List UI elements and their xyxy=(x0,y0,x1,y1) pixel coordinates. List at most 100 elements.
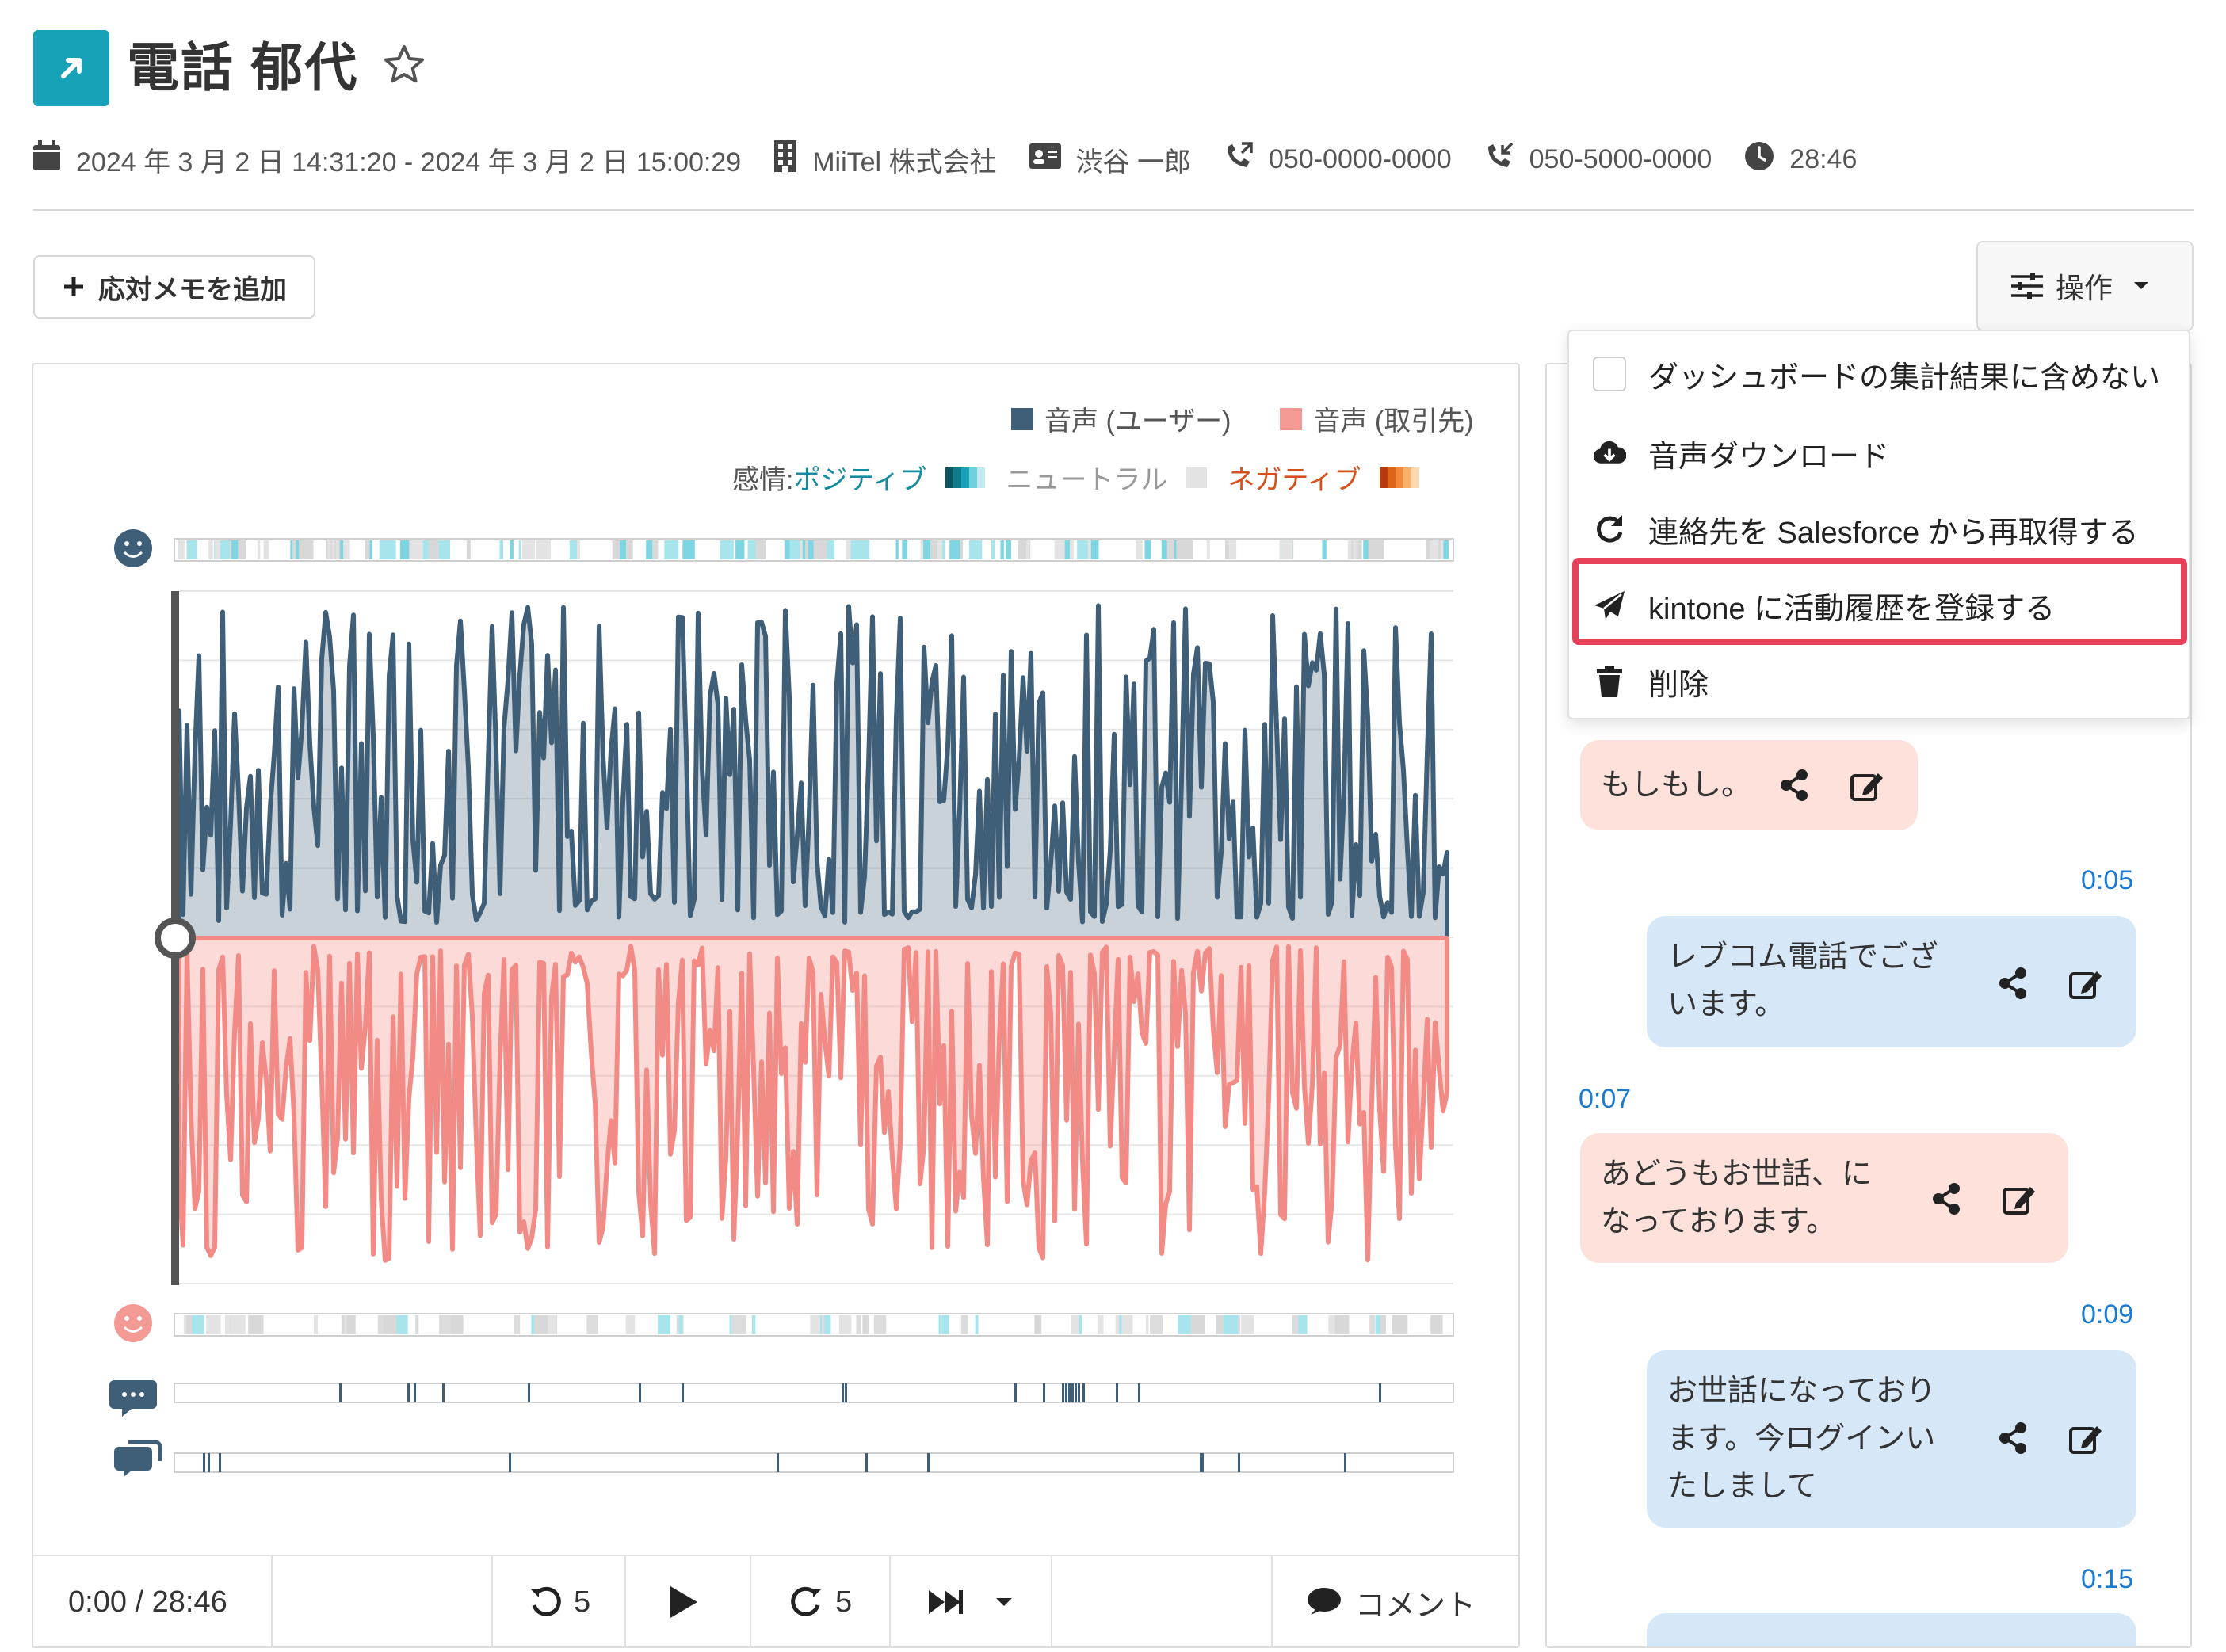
phone-to: 050-5000-0000 xyxy=(1529,143,1712,174)
rewind-5-button[interactable]: 5 xyxy=(528,1556,590,1648)
rewind-seconds: 5 xyxy=(574,1585,591,1619)
marker-tick xyxy=(1201,1453,1204,1472)
emotion-segment xyxy=(937,540,942,559)
menu-item-audio-download[interactable]: 音声ダウンロード xyxy=(1593,429,1889,477)
emotion-segment xyxy=(1180,1315,1190,1334)
playback-time: 0:00 / 28:46 xyxy=(68,1585,227,1619)
transcript-text-1: もしもし。 xyxy=(1601,769,1752,802)
emotion-segment xyxy=(466,540,471,559)
emotion-segment xyxy=(682,540,695,559)
emotion-segment xyxy=(838,1315,852,1334)
emotion-segment xyxy=(1351,540,1362,559)
emotion-segment xyxy=(1216,1315,1224,1334)
emotion-segment xyxy=(1026,540,1030,559)
comment-dots-icon xyxy=(109,1380,157,1417)
marker-tick xyxy=(1068,1383,1071,1402)
emotion-segment xyxy=(1136,540,1143,559)
speed-caret-down-icon xyxy=(996,1598,1012,1606)
emotion-segment xyxy=(789,540,800,559)
emotion-segment xyxy=(1000,540,1004,559)
emotion-segment xyxy=(231,1315,246,1334)
marker-tick xyxy=(407,1383,410,1402)
edit-icon[interactable] xyxy=(2002,1182,2038,1215)
emotion-segment xyxy=(960,1315,968,1334)
call-duration: 28:46 xyxy=(1789,143,1858,174)
marker-tick xyxy=(1344,1453,1346,1472)
playhead-handle[interactable] xyxy=(155,918,196,959)
emotion-segment xyxy=(1006,540,1011,559)
transcript-time-5: 0:15 xyxy=(2081,1564,2134,1594)
emotion-segment xyxy=(1206,540,1210,559)
marker-tick xyxy=(1075,1383,1077,1402)
menu-item-refetch-salesforce[interactable]: 連絡先を Salesforce から再取得する xyxy=(1593,506,2139,553)
emotion-segment xyxy=(1195,1315,1198,1334)
operations-dropdown-button[interactable]: 操作 xyxy=(1976,241,2194,331)
transcript-time-2: 0:05 xyxy=(2081,865,2134,895)
emotion-segment xyxy=(569,540,578,559)
emotion-segment xyxy=(1368,540,1381,559)
emotion-segment xyxy=(379,1315,382,1334)
emotion-segment xyxy=(920,540,924,559)
comment-marker-strip xyxy=(174,1383,1454,1403)
marker-tick xyxy=(1062,1383,1064,1402)
edit-icon[interactable] xyxy=(2068,1421,2105,1455)
emotion-segment xyxy=(720,540,734,559)
menu-item-exclude-dashboard[interactable]: ダッシュボードの集計結果に含めない xyxy=(1593,350,2160,398)
emotion-segment xyxy=(231,540,239,559)
emotion-segment xyxy=(521,540,530,559)
emotion-segment xyxy=(577,540,580,559)
play-button[interactable] xyxy=(667,1556,699,1648)
edit-icon[interactable] xyxy=(1850,769,1886,802)
emotion-segment xyxy=(810,1315,820,1334)
emotion-segment xyxy=(1182,540,1193,559)
marker-tick xyxy=(509,1453,511,1472)
fast-forward-icon xyxy=(929,1590,963,1614)
edit-icon[interactable] xyxy=(2068,967,2105,1000)
share-icon[interactable] xyxy=(1997,1421,2029,1455)
emotion-segment xyxy=(850,540,865,559)
comment-button[interactable]: コメント xyxy=(1306,1556,1476,1648)
emotion-segment xyxy=(619,540,626,559)
emotion-segment xyxy=(625,1315,636,1334)
emotion-segment xyxy=(658,1315,671,1334)
menu-label-delete: 削除 xyxy=(1648,668,1709,702)
emotion-segment xyxy=(208,540,213,559)
exclude-checkbox[interactable] xyxy=(1593,357,1626,391)
share-icon[interactable] xyxy=(1997,967,2029,1000)
menu-label-audio-download: 音声ダウンロード xyxy=(1648,440,1890,474)
emotion-segment xyxy=(534,1315,548,1334)
highlight-box-kintone xyxy=(1572,558,2187,645)
share-icon[interactable] xyxy=(1930,1182,1962,1215)
emotion-segment xyxy=(263,540,269,559)
emotion-segment xyxy=(314,1315,318,1334)
marker-tick xyxy=(1379,1383,1381,1402)
emotion-segment xyxy=(824,1315,830,1334)
emotion-segment xyxy=(666,540,678,559)
transcript-text-4: お世話になっており ます。今ログインい たしまして xyxy=(1667,1375,1936,1503)
emotion-segment xyxy=(340,540,344,559)
emotion-segment xyxy=(1169,540,1174,559)
forward-5-button[interactable]: 5 xyxy=(789,1556,852,1648)
emotion-segment xyxy=(510,540,514,559)
menu-label-refetch-salesforce: 連絡先を Salesforce から再取得する xyxy=(1648,516,2139,550)
share-icon[interactable] xyxy=(1778,769,1810,802)
emotion-segment xyxy=(902,540,907,559)
menu-item-delete[interactable]: 削除 xyxy=(1593,658,1709,705)
waveform-chart[interactable] xyxy=(0,0,1522,1553)
comments-icon xyxy=(114,1440,162,1477)
emotion-segment xyxy=(292,540,296,559)
emotion-segment xyxy=(409,540,422,559)
emotion-segment xyxy=(1438,540,1441,559)
emotion-segment xyxy=(299,540,314,559)
emotion-segment xyxy=(1279,540,1293,559)
emotion-segment xyxy=(895,540,899,559)
emotion-segment xyxy=(250,1315,264,1334)
emotion-segment xyxy=(652,540,659,559)
emotion-segment xyxy=(731,1315,746,1334)
caret-down-icon xyxy=(2134,282,2148,289)
emotion-segment xyxy=(1334,1315,1350,1334)
emotion-segment xyxy=(518,540,521,559)
emotion-segment xyxy=(941,1315,949,1334)
playback-speed-button[interactable] xyxy=(927,1556,1013,1648)
emotion-segment xyxy=(388,540,396,559)
